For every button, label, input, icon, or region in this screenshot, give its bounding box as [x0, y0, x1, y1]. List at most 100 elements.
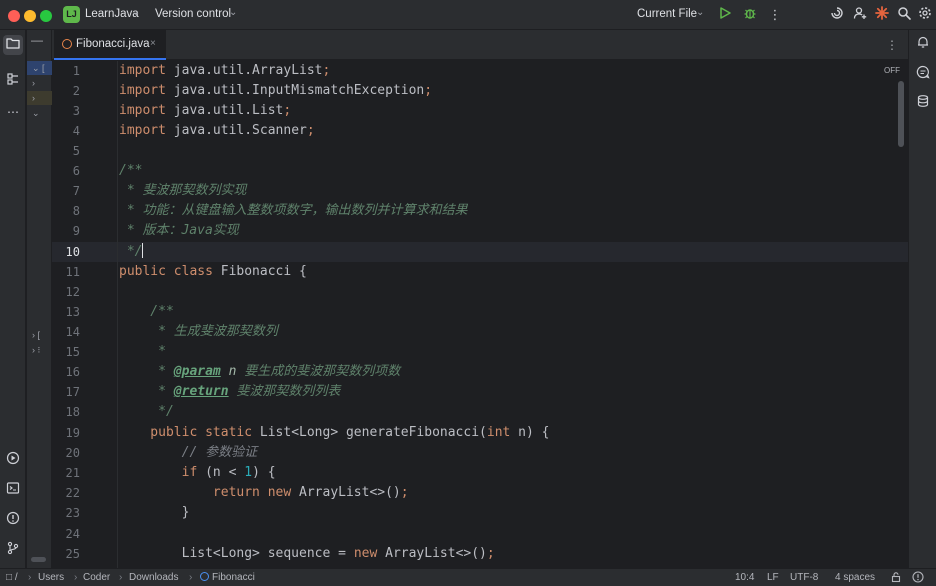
ai-chat-icon[interactable]: [913, 65, 933, 85]
more-icon[interactable]: ⋮: [766, 6, 784, 24]
run-configuration-selector[interactable]: Current File: [637, 8, 697, 20]
code-token: public static: [119, 425, 253, 440]
line-number: 6: [72, 164, 80, 178]
code-line: import java.util.InputMismatchException;: [119, 81, 432, 101]
hide-panel-icon[interactable]: —: [31, 33, 43, 47]
breadcrumb-file-label: Fibonacci: [212, 572, 255, 583]
chevron-down-icon[interactable]: ⌄: [229, 7, 237, 18]
minimize-window-button[interactable]: [24, 10, 36, 22]
folder-icon[interactable]: [3, 35, 23, 55]
code-token: ArrayList<>(): [291, 485, 401, 500]
file-encoding[interactable]: UTF-8: [790, 572, 818, 583]
breadcrumb-root[interactable]: □ /: [6, 572, 18, 583]
breadcrumb-item[interactable]: Downloads: [129, 572, 178, 583]
code-token: ;: [283, 103, 292, 118]
problems-icon[interactable]: [3, 511, 23, 531]
code-line: *: [119, 344, 166, 359]
debug-icon[interactable]: [741, 6, 759, 24]
breadcrumb-item[interactable]: Users: [38, 572, 64, 583]
tree-row-scratches[interactable]: › ⁝: [27, 343, 52, 357]
tab-label: Fibonacci.java: [76, 38, 150, 50]
code-line: * 版本：Java实现: [119, 221, 239, 241]
code-token: new: [353, 546, 378, 561]
code-editor[interactable]: 1 2 3 4 5 6 7 8 9 10 11 12 13 14 15 16 1…: [52, 61, 908, 568]
indent-setting[interactable]: 4 spaces: [835, 572, 875, 583]
line-number: 19: [65, 426, 80, 440]
breadcrumb-item-file[interactable]: Fibonacci: [200, 572, 255, 583]
project-panel: — ⌄ [ › › ⌄ › [ › ⁝: [27, 30, 52, 568]
right-tool-strip: [908, 30, 936, 568]
line-number: 5: [72, 144, 80, 158]
settings-icon[interactable]: [916, 6, 934, 24]
code-line: /**: [119, 163, 143, 178]
left-tool-strip: ⋯: [0, 30, 26, 568]
notification-burst-icon[interactable]: [873, 6, 891, 24]
terminal-icon[interactable]: [3, 481, 23, 501]
run-icon[interactable]: [716, 6, 734, 24]
search-icon[interactable]: [895, 6, 913, 24]
tab-fibonacci-java[interactable]: Fibonacci.java ×: [54, 30, 166, 60]
notifications-bell-icon[interactable]: [913, 35, 933, 55]
code-token: java.util.ArrayList: [165, 63, 323, 78]
tree-row[interactable]: ›: [27, 76, 52, 90]
code-token: List<Long> sequence =: [119, 546, 354, 561]
git-icon[interactable]: [3, 541, 23, 561]
code-line: return new ArrayList<>();: [119, 483, 409, 503]
code-token: (n <: [197, 465, 245, 480]
close-window-button[interactable]: [8, 10, 20, 22]
line-number-gutter[interactable]: 1 2 3 4 5 6 7 8 9 10 11 12 13 14 15 16 1…: [52, 61, 118, 568]
code-token: @param: [173, 364, 221, 379]
code-token: ;: [322, 63, 331, 78]
chevron-down-icon[interactable]: ⌄: [696, 7, 704, 18]
services-icon[interactable]: [3, 451, 23, 471]
code-token: n: [220, 364, 237, 379]
code-token: List<Long> generateFibonacci(: [252, 425, 487, 440]
code-token: ArrayList<>(): [377, 546, 487, 561]
code-token: *: [119, 364, 174, 379]
project-badge[interactable]: LJ: [63, 6, 80, 23]
zoom-window-button[interactable]: [40, 10, 52, 22]
code-token: 1: [244, 465, 253, 480]
database-icon[interactable]: [913, 94, 933, 114]
code-token: if: [119, 465, 198, 480]
line-number: 18: [65, 405, 80, 419]
version-control-widget[interactable]: Version control: [155, 8, 231, 20]
code-line: public class Fibonacci {: [119, 262, 307, 282]
vertical-scrollbar[interactable]: [898, 81, 904, 147]
code-line-current: */: [119, 242, 144, 262]
line-number: 7: [72, 184, 80, 198]
tree-row-external-libraries[interactable]: › [: [27, 328, 52, 342]
project-name[interactable]: LearnJava: [85, 8, 139, 20]
tab-options-icon[interactable]: ⋮: [886, 38, 898, 52]
add-user-icon[interactable]: [851, 6, 869, 24]
ai-swirl-icon[interactable]: [828, 6, 846, 24]
chevron-down-icon[interactable]: ⌄: [132, 7, 140, 18]
tree-row[interactable]: ›: [27, 91, 52, 105]
code-token: ;: [424, 83, 433, 98]
caret-position[interactable]: 10:4: [735, 572, 754, 583]
tree-row-project-root[interactable]: ⌄ [: [27, 61, 52, 75]
code-token: n) {: [510, 425, 550, 440]
line-number: 13: [65, 305, 80, 319]
java-class-icon: [200, 572, 209, 581]
tree-row[interactable]: ⌄: [27, 106, 52, 120]
line-separator[interactable]: LF: [767, 572, 779, 583]
code-token: ;: [400, 485, 409, 500]
code-token: java.util.InputMismatchException: [165, 83, 425, 98]
warning-icon[interactable]: [912, 571, 924, 586]
line-number: 4: [72, 124, 80, 138]
readonly-toggle-icon[interactable]: [890, 571, 902, 586]
structure-icon[interactable]: [3, 72, 23, 92]
line-number: 23: [65, 506, 80, 520]
title-bar: LJ LearnJava ⌄ Version control ⌄ Current…: [0, 0, 936, 30]
chevron-right-icon: ›: [28, 572, 32, 583]
code-token: public class: [119, 264, 213, 279]
close-icon[interactable]: ×: [150, 38, 156, 49]
horizontal-scrollbar[interactable]: [31, 557, 46, 562]
breadcrumb-item[interactable]: Coder: [83, 572, 110, 583]
inspection-status-label[interactable]: OFF: [884, 66, 900, 75]
more-tools-icon[interactable]: ⋯: [3, 102, 23, 122]
line-number: 11: [65, 265, 80, 279]
code-token: 实现: [212, 223, 239, 238]
code-line: if (n < 1) {: [119, 463, 276, 483]
